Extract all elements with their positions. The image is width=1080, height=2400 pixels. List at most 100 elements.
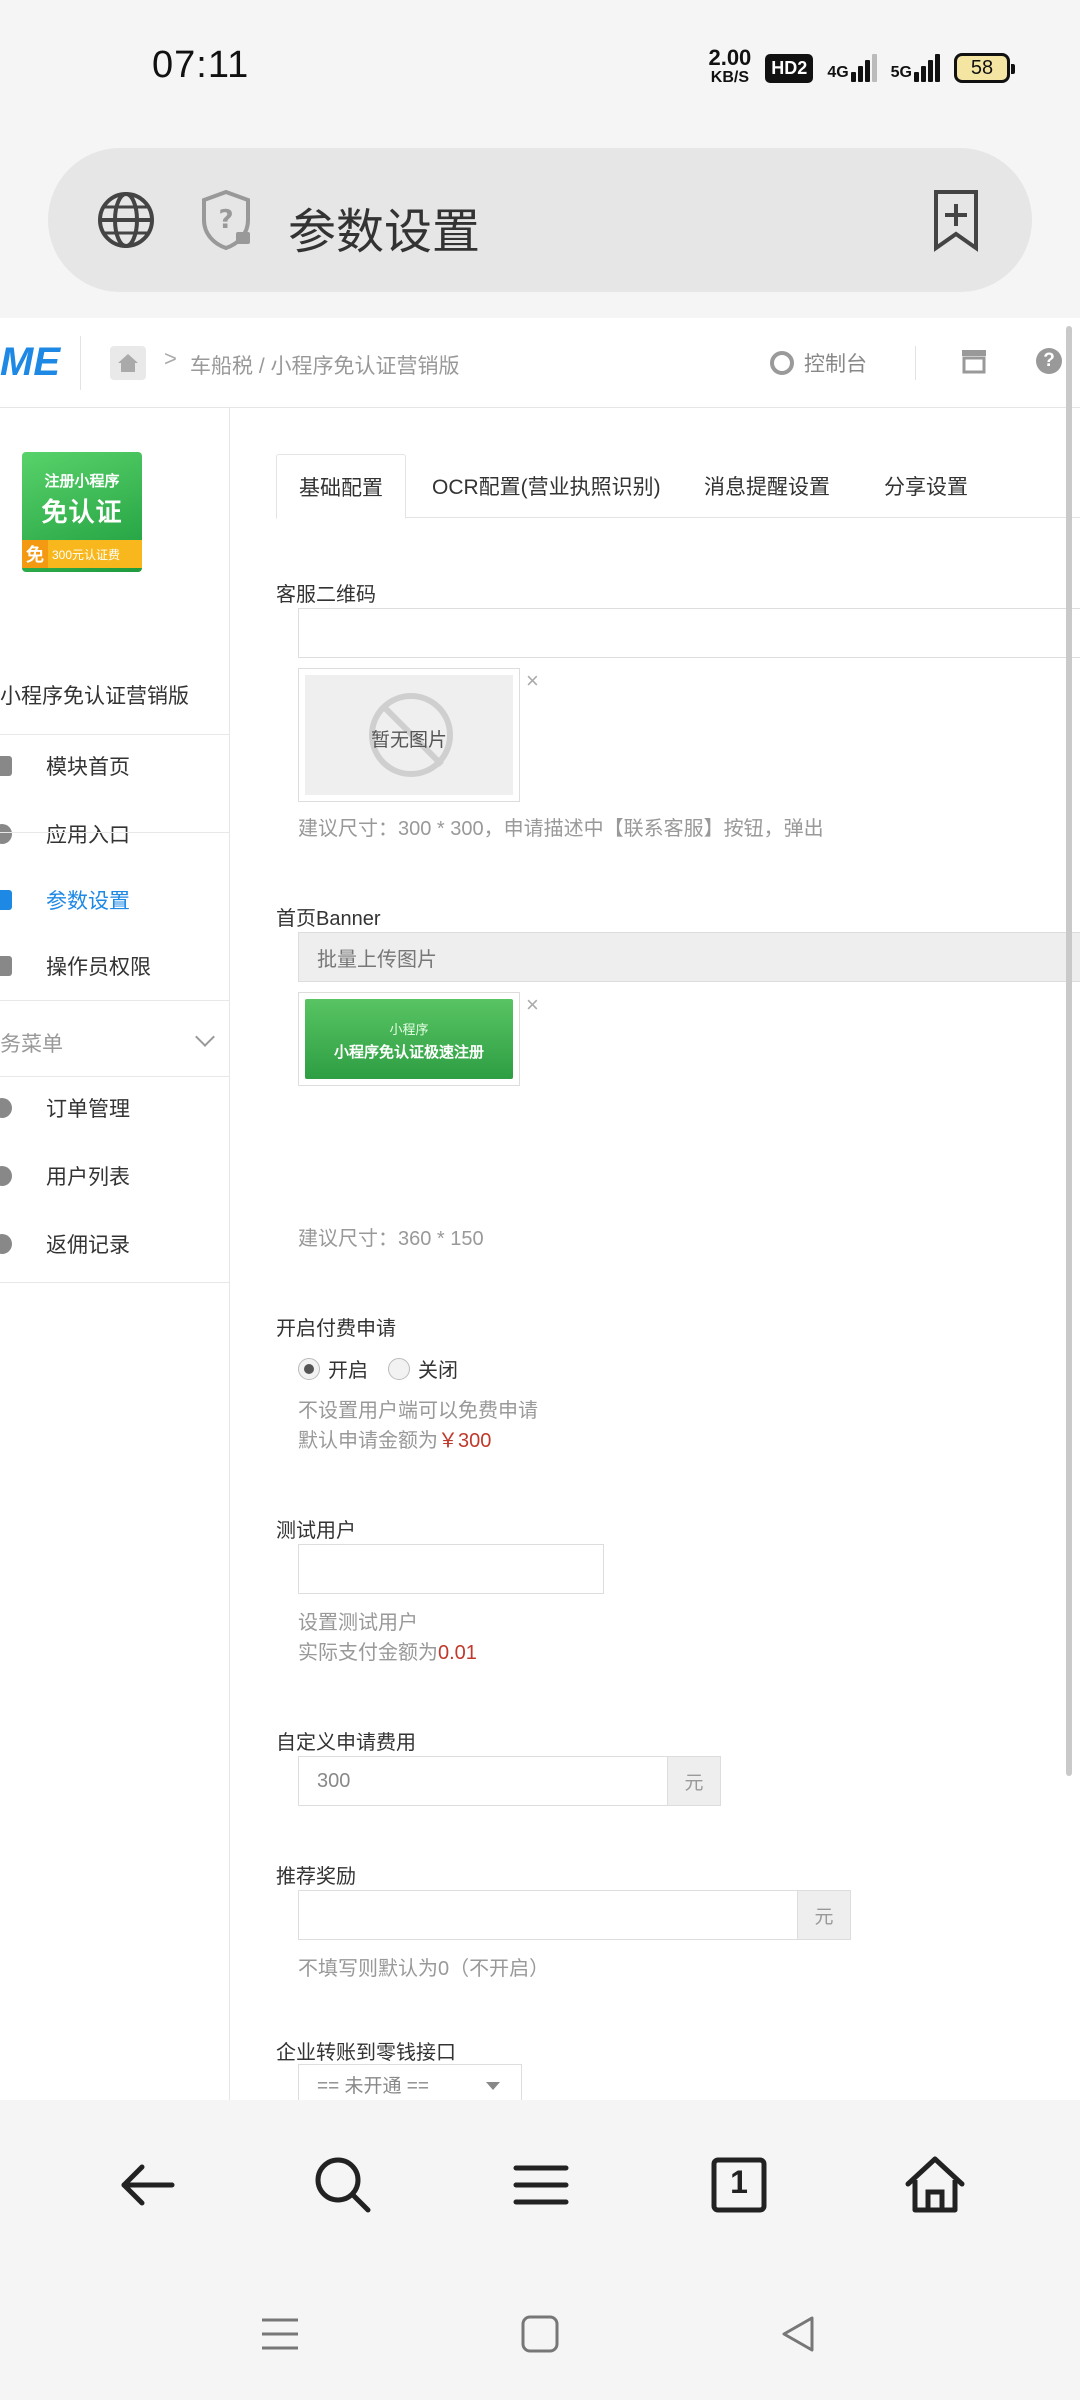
banner-image: 小程序 小程序免认证极速注册 (305, 999, 513, 1079)
console-label: 控制台 (804, 353, 867, 376)
svg-text:?: ? (218, 205, 233, 235)
entry-icon (0, 824, 12, 844)
test-user-hint-prefix: 实际支付金额为 (298, 1642, 438, 1664)
store-icon[interactable] (960, 348, 988, 374)
referral-input[interactable] (298, 1890, 798, 1940)
tab-ocr-config[interactable]: OCR配置(营业执照识别) (432, 454, 661, 518)
menu-icon[interactable] (506, 2150, 576, 2220)
module-logo-line1: 注册小程序 (44, 473, 120, 490)
sidebar-item-label: 用户列表 (46, 1166, 130, 1189)
gear-icon (0, 1234, 12, 1254)
sidebar-item-label: 模块首页 (46, 756, 130, 779)
no-image-placeholder: 暂无图片 (305, 675, 513, 795)
network-speed-unit: KB/S (710, 69, 749, 86)
help-icon[interactable]: ? (1036, 348, 1062, 374)
banner-label: 首页Banner (276, 908, 381, 930)
recent-apps-icon[interactable] (258, 2312, 302, 2356)
sidebar-item-operator-permissions[interactable]: 操作员权限 (0, 934, 230, 998)
remove-image-button[interactable]: × (526, 668, 539, 694)
back-icon[interactable] (112, 2150, 182, 2220)
module-name: 小程序免认证营销版 (0, 685, 189, 708)
sidebar-item-settings[interactable]: 参数设置 (0, 868, 230, 932)
browser-toolbar: 1 (0, 2100, 1080, 2270)
banner-upload-input[interactable]: 批量上传图片 (298, 932, 1080, 982)
sidebar-item-commission-records[interactable]: 返佣记录 (0, 1212, 230, 1276)
sidebar-item-user-list[interactable]: 用户列表 (0, 1144, 230, 1208)
transfer-label: 企业转账到零钱接口 (276, 2042, 456, 2064)
service-qr-thumbnail[interactable]: 暂无图片 (298, 668, 520, 802)
signal-4g-icon: 4G (827, 54, 877, 82)
network-speed-value: 2.00 (708, 45, 752, 70)
module-logo-badge: 免 300元认证费 (22, 540, 142, 568)
chevron-down-icon (486, 2082, 500, 2090)
battery-icon: 58 (954, 53, 1015, 83)
tabs-button[interactable]: 1 (704, 2150, 774, 2220)
dashboard-icon (770, 351, 794, 375)
remove-banner-button[interactable]: × (526, 992, 539, 1018)
back-triangle-icon[interactable] (776, 2312, 820, 2356)
site-logo[interactable]: ME (0, 340, 60, 385)
test-user-hint: 设置测试用户 实际支付金额为0.01 (298, 1608, 477, 1668)
home-icon (0, 756, 12, 776)
referral-label: 推荐奖励 (276, 1866, 356, 1888)
status-icons: 2.00 KB/S HD2 4G 5G 58 (708, 45, 1015, 90)
page-title: 参数设置 (288, 206, 481, 259)
page-scrollbar[interactable] (1066, 326, 1072, 1776)
module-logo-badge-char: 免 (22, 540, 48, 568)
tab-message-reminder[interactable]: 消息提醒设置 (704, 454, 830, 518)
banner-thumbnail[interactable]: 小程序 小程序免认证极速注册 (298, 992, 520, 1086)
sidebar-item-app-entry[interactable]: 应用入口 (0, 802, 230, 866)
globe-icon[interactable] (96, 190, 156, 250)
test-amount: 0.01 (438, 1642, 477, 1664)
custom-fee-unit: 元 (667, 1756, 721, 1806)
home-icon[interactable] (900, 2150, 970, 2220)
permission-icon (0, 956, 12, 976)
service-qr-label: 客服二维码 (276, 584, 376, 606)
default-amount: ￥300 (438, 1430, 492, 1452)
referral-hint: 不填写则默认为0（不开启） (298, 1958, 550, 1980)
home-square-icon[interactable] (518, 2312, 562, 2356)
home-button[interactable] (110, 346, 146, 380)
console-link[interactable]: 控制台 (770, 348, 867, 378)
service-qr-input[interactable] (298, 608, 1080, 658)
custom-fee-input[interactable]: 300 (298, 1756, 668, 1806)
paid-apply-on-radio[interactable]: 开启 (298, 1354, 368, 1383)
sidebar-group-business-menu[interactable]: 务菜单 (0, 1008, 230, 1076)
banner-hint: 建议尺寸：360 * 150 (298, 1228, 484, 1250)
network-speed: 2.00 KB/S (708, 45, 752, 88)
home-icon (118, 354, 138, 372)
signal-5g-icon: 5G (891, 54, 940, 82)
test-user-input[interactable] (298, 1544, 604, 1594)
sidebar-item-module-home[interactable]: 模块首页 (0, 734, 230, 798)
security-shield-icon[interactable]: ? (198, 188, 254, 252)
add-bookmark-icon[interactable] (930, 188, 982, 252)
address-bar[interactable]: ? 参数设置 (48, 148, 1032, 292)
settings-list-icon (0, 890, 12, 910)
module-logo: 注册小程序 免认证 免 300元认证费 (22, 452, 142, 572)
sidebar-divider (0, 1282, 230, 1283)
sidebar-divider (0, 832, 230, 833)
test-user-hint-line2: 实际支付金额为0.01 (298, 1638, 477, 1668)
search-icon[interactable] (308, 2150, 378, 2220)
paid-apply-hint-line1: 不设置用户端可以免费申请 (298, 1400, 538, 1422)
breadcrumb-separator: > (164, 346, 177, 371)
gear-icon (0, 1166, 12, 1186)
web-content: ME > 车船税 / 小程序免认证营销版 控制台 ? 注册小程序 免认证 免 3… (0, 318, 1080, 2100)
signal-5g-label: 5G (890, 64, 912, 81)
gear-icon (0, 1098, 12, 1118)
referral-unit: 元 (797, 1890, 851, 1940)
sidebar-divider (0, 1000, 230, 1001)
module-logo-badge-text: 300元认证费 (52, 547, 121, 562)
sidebar-item-order-management[interactable]: 订单管理 (0, 1076, 230, 1140)
sidebar: 注册小程序 免认证 免 300元认证费 小程序免认证营销版 模块首页 应用入口 … (0, 408, 230, 2100)
system-navigation-bar (0, 2270, 1080, 2400)
sidebar-item-label: 参数设置 (46, 890, 130, 913)
paid-apply-off-radio[interactable]: 关闭 (388, 1354, 458, 1383)
breadcrumb[interactable]: 车船税 / 小程序免认证营销版 (190, 350, 460, 380)
sidebar-item-label: 返佣记录 (46, 1234, 130, 1257)
no-image-text: 暂无图片 (370, 730, 447, 751)
tab-share-settings[interactable]: 分享设置 (884, 454, 968, 518)
banner-image-line2: 小程序免认证极速注册 (333, 1044, 484, 1061)
radio-label: 关闭 (418, 1360, 458, 1382)
tab-basic-config[interactable]: 基础配置 (276, 454, 406, 519)
